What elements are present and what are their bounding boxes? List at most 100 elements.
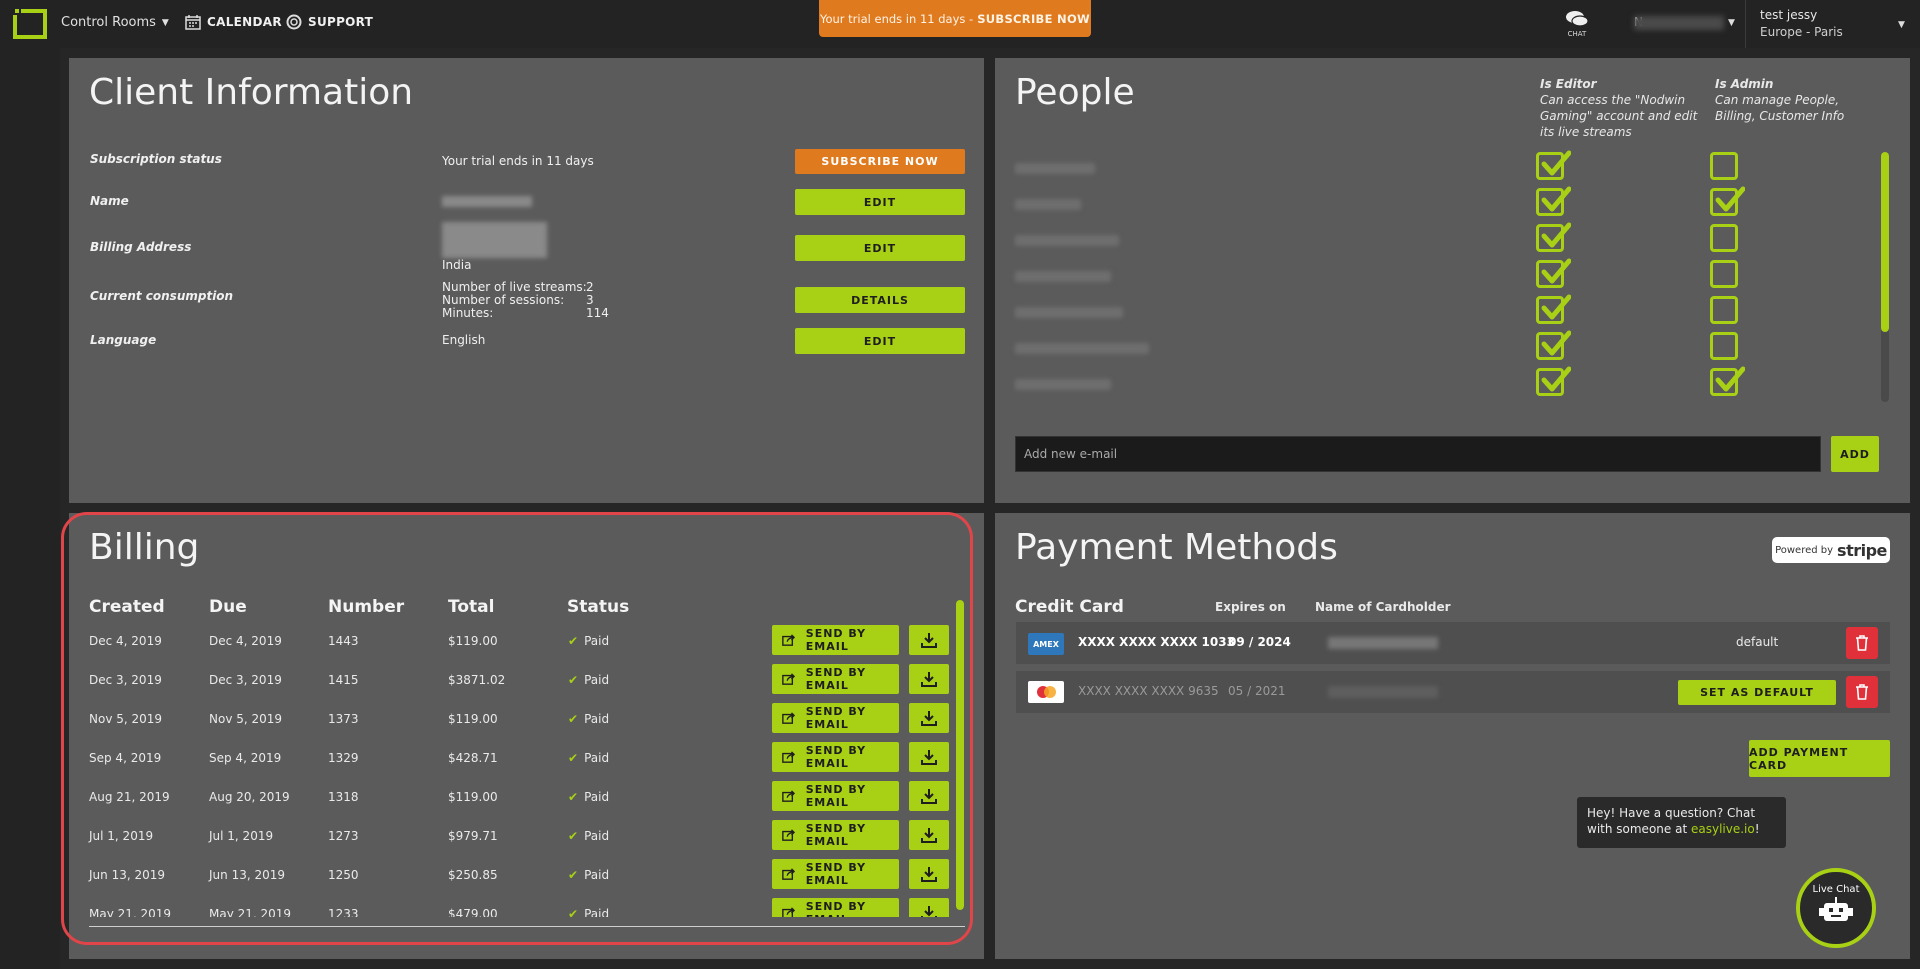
calendar-link[interactable]: CALENDAR — [185, 14, 282, 30]
is-editor-checkbox[interactable] — [1536, 366, 1571, 396]
left-sidebar — [0, 48, 60, 969]
is-admin-header: Is Admin Can manage People, Billing, Cus… — [1715, 76, 1875, 124]
chat-label: CHAT — [1567, 30, 1587, 38]
checkmark-icon — [1541, 186, 1571, 212]
user-menu[interactable]: test jessy Europe - Paris — [1745, 0, 1910, 48]
amex-card-icon: AMEX — [1028, 633, 1064, 655]
is-admin-checkbox[interactable] — [1710, 366, 1745, 396]
logo-icon[interactable] — [12, 8, 48, 40]
person-name-redacted — [1015, 199, 1081, 210]
person-name-redacted — [1015, 379, 1111, 390]
is-editor-checkbox[interactable] — [1536, 150, 1571, 180]
minutes-value: 114 — [586, 306, 609, 320]
checkmark-icon — [1541, 222, 1571, 248]
person-name-redacted — [1015, 271, 1111, 282]
delete-amex-button[interactable] — [1846, 627, 1878, 659]
col-credit-card: Credit Card — [1015, 597, 1124, 617]
live-chat-button[interactable]: Live Chat — [1796, 868, 1876, 948]
is-editor-title: Is Editor — [1540, 77, 1597, 91]
mastercard-icon — [1028, 681, 1064, 703]
calendar-label: CALENDAR — [207, 15, 282, 29]
calendar-icon — [185, 15, 201, 30]
subscription-status-value: Your trial ends in 11 days — [442, 154, 594, 168]
is-admin-checkbox[interactable] — [1710, 224, 1738, 252]
people-scrollbar-thumb[interactable] — [1881, 152, 1889, 332]
org-chevron-down-icon[interactable]: ▼ — [1728, 18, 1735, 28]
chat-button[interactable]: CHAT — [1562, 10, 1592, 38]
billing-highlight-outline — [61, 512, 973, 945]
checkmark-icon — [1541, 366, 1571, 392]
add-email-button[interactable]: ADD — [1831, 436, 1879, 472]
consumption-details-button[interactable]: DETAILS — [795, 287, 965, 313]
is-admin-checkbox[interactable] — [1710, 260, 1738, 288]
control-rooms-dropdown[interactable]: Control Rooms ▼ — [61, 15, 169, 30]
is-editor-checkbox[interactable] — [1536, 222, 1571, 252]
col-expires-on: Expires on — [1215, 600, 1286, 614]
chat-prompt-bubble[interactable]: Hey! Have a question? Chat with someone … — [1577, 797, 1786, 848]
is-admin-checkbox[interactable] — [1710, 296, 1738, 324]
edit-name-button[interactable]: EDIT — [795, 189, 965, 215]
trash-icon — [1856, 684, 1868, 700]
subscribe-now-link[interactable]: SUBSCRIBE NOW — [977, 12, 1090, 26]
card-row-mastercard: XXXX XXXX XXXX 9635 05 / 2021 SET AS DEF… — [1016, 671, 1890, 713]
billing-address-country: India — [442, 258, 472, 272]
is-admin-desc: Can manage People, Billing, Customer Inf… — [1715, 93, 1845, 123]
control-rooms-label: Control Rooms — [61, 15, 156, 30]
support-label: SUPPORT — [308, 15, 374, 29]
delete-mastercard-button[interactable] — [1846, 676, 1878, 708]
trial-banner[interactable]: Your trial ends in 11 days - SUBSCRIBE N… — [819, 0, 1091, 37]
people-title: People — [1015, 72, 1135, 113]
person-name-redacted — [1015, 163, 1095, 174]
minutes-label: Minutes: — [442, 306, 494, 320]
name-label: Name — [90, 194, 129, 208]
is-editor-checkbox[interactable] — [1536, 258, 1571, 288]
col-cardholder: Name of Cardholder — [1315, 600, 1451, 614]
edit-language-button[interactable]: EDIT — [795, 328, 965, 354]
is-admin-checkbox[interactable] — [1710, 152, 1738, 180]
language-value: English — [442, 333, 486, 347]
is-admin-checkbox[interactable] — [1710, 332, 1738, 360]
subscription-status-label: Subscription status — [90, 152, 222, 166]
amex-cardholder-redacted — [1328, 637, 1438, 649]
is-editor-header: Is Editor Can access the "Nodwin Gaming"… — [1540, 76, 1700, 140]
is-editor-checkbox[interactable] — [1536, 186, 1571, 216]
checkmark-icon — [1541, 150, 1571, 176]
add-email-input[interactable]: Add new e-mail — [1015, 436, 1821, 472]
checkmark-icon — [1541, 294, 1571, 320]
chat-prompt-end: ! — [1754, 822, 1760, 836]
add-payment-card-button[interactable]: ADD PAYMENT CARD — [1749, 740, 1890, 777]
billing-address-redacted — [442, 222, 547, 258]
top-bar: Control Rooms ▼ CALENDAR SUPPORT Your tr… — [0, 0, 1920, 48]
client-info-title: Client Information — [89, 72, 414, 113]
trash-icon — [1856, 635, 1868, 651]
support-link[interactable]: SUPPORT — [286, 14, 373, 30]
is-editor-checkbox[interactable] — [1536, 330, 1571, 360]
subscribe-now-button[interactable]: SUBSCRIBE NOW — [795, 149, 965, 174]
chat-bubbles-icon — [1566, 11, 1589, 27]
user-timezone: Europe - Paris — [1760, 25, 1843, 39]
user-chevron-down-icon[interactable]: ▼ — [1898, 20, 1905, 30]
checkmark-icon — [1715, 366, 1745, 392]
mastercard-number: XXXX XXXX XXXX 9635 — [1078, 684, 1219, 698]
edit-billing-address-button[interactable]: EDIT — [795, 235, 965, 261]
is-editor-checkbox[interactable] — [1536, 294, 1571, 324]
org-name-redacted — [1634, 16, 1724, 30]
checkmark-icon — [1541, 258, 1571, 284]
set-as-default-button[interactable]: SET AS DEFAULT — [1678, 680, 1836, 705]
name-value-redacted — [442, 196, 532, 207]
amex-card-number: XXXX XXXX XXXX 1033 — [1078, 635, 1235, 649]
people-scrollbar[interactable] — [1881, 152, 1889, 402]
easylive-link[interactable]: easylive.io — [1691, 822, 1755, 836]
lifebuoy-icon — [286, 14, 302, 30]
person-name-redacted — [1015, 235, 1119, 246]
mastercard-cardholder-redacted — [1328, 686, 1438, 698]
is-admin-checkbox[interactable] — [1710, 186, 1745, 216]
checkmark-icon — [1541, 330, 1571, 356]
chevron-down-icon: ▼ — [161, 17, 169, 28]
payment-methods-panel — [995, 513, 1910, 959]
amex-default-status: default — [1736, 635, 1779, 649]
is-admin-title: Is Admin — [1715, 77, 1774, 91]
person-name-redacted — [1015, 307, 1123, 318]
payment-methods-title: Payment Methods — [1015, 527, 1338, 568]
mastercard-expiry: 05 / 2021 — [1228, 684, 1286, 698]
